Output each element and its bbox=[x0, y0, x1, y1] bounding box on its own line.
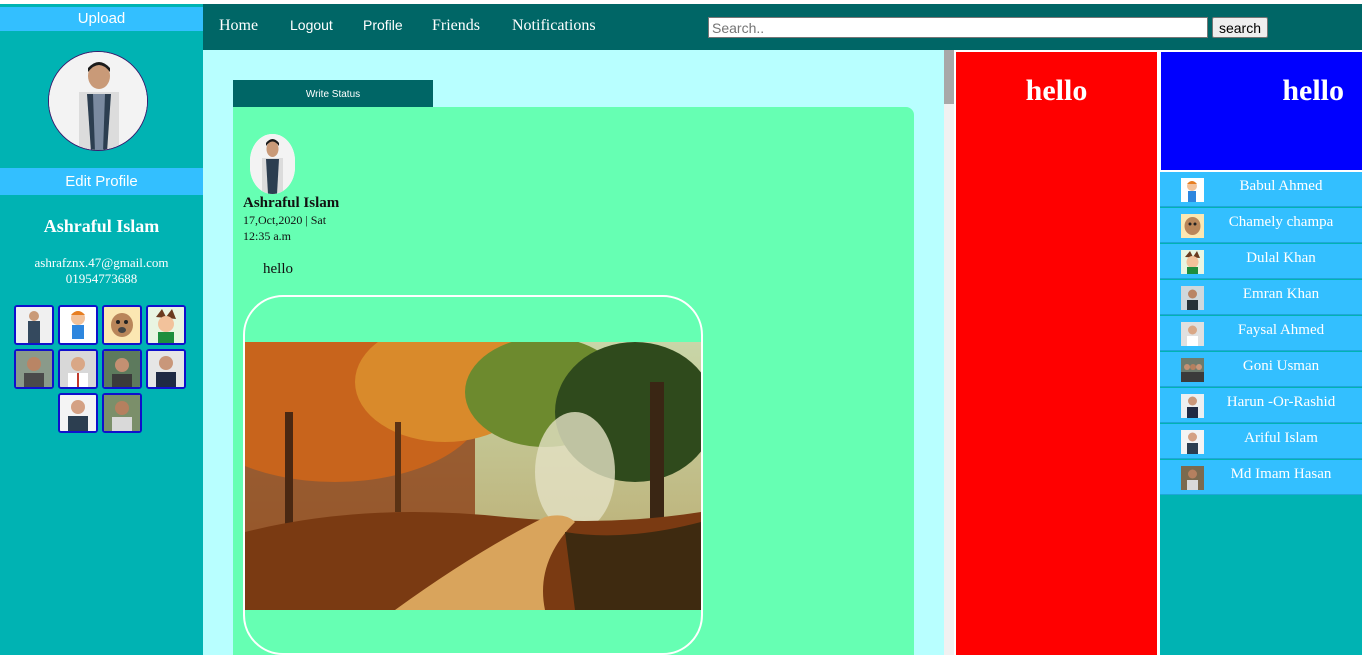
nav-logout[interactable]: Logout bbox=[290, 17, 333, 33]
cartoon-dog-icon bbox=[1181, 214, 1204, 238]
gallery-thumb[interactable] bbox=[102, 305, 142, 345]
friend-name: Harun -Or-Rashid bbox=[1226, 394, 1336, 410]
red-panel: hello bbox=[956, 52, 1157, 655]
feed-scrollbar[interactable] bbox=[944, 50, 954, 655]
blue-panel: hello bbox=[1161, 52, 1362, 170]
gallery-thumb[interactable] bbox=[14, 349, 54, 389]
friend-avatar bbox=[1181, 322, 1204, 346]
post-author-avatar[interactable] bbox=[250, 134, 295, 194]
user-email: ashrafznx.47@gmail.com bbox=[34, 255, 169, 270]
nav-home[interactable]: Home bbox=[219, 17, 258, 35]
friend-item[interactable]: Ariful Islam bbox=[1160, 424, 1362, 459]
post-media-frame bbox=[243, 295, 703, 655]
person-photo-icon bbox=[1181, 394, 1204, 418]
person-photo-icon bbox=[1181, 322, 1204, 346]
edit-profile-button[interactable]: Edit Profile bbox=[0, 168, 203, 195]
friend-avatar bbox=[1181, 178, 1204, 202]
blue-panel-title: hello bbox=[1282, 74, 1344, 107]
friend-avatar bbox=[1181, 358, 1204, 382]
friend-item[interactable]: Goni Usman bbox=[1160, 352, 1362, 387]
post-author-name[interactable]: Ashraful Islam bbox=[243, 195, 339, 212]
search-button[interactable]: search bbox=[1212, 17, 1268, 38]
gallery-thumb[interactable] bbox=[102, 349, 142, 389]
profile-avatar[interactable] bbox=[48, 51, 148, 151]
post-time: 12:35 a.m bbox=[243, 229, 291, 243]
friend-name: Faysal Ahmed bbox=[1237, 322, 1325, 338]
person-photo-icon bbox=[1181, 286, 1204, 310]
gallery-thumb[interactable] bbox=[58, 393, 98, 433]
person-photo-icon bbox=[1181, 466, 1204, 490]
friend-item[interactable]: Faysal Ahmed bbox=[1160, 316, 1362, 351]
post-date: 17,Oct,2020 | Sat bbox=[243, 213, 327, 227]
friend-item[interactable]: Babul Ahmed bbox=[1160, 172, 1362, 207]
friend-name: Chamely champa bbox=[1228, 214, 1334, 230]
person-photo-icon bbox=[1181, 430, 1204, 454]
friend-item[interactable]: Emran Khan bbox=[1160, 280, 1362, 315]
cartoon-boy-icon bbox=[1181, 178, 1204, 202]
upload-button[interactable]: Upload bbox=[0, 7, 203, 31]
friend-avatar bbox=[1181, 214, 1204, 238]
nav-notifications[interactable]: Notifications bbox=[512, 17, 596, 35]
user-phone: 01954773688 bbox=[65, 271, 138, 286]
person-photo-icon bbox=[104, 395, 140, 431]
gallery-thumb[interactable] bbox=[14, 305, 54, 345]
red-panel-title: hello bbox=[1025, 74, 1088, 107]
friend-avatar bbox=[1181, 430, 1204, 454]
friend-name: Dulal Khan bbox=[1246, 250, 1316, 266]
friend-avatar bbox=[1181, 286, 1204, 310]
gallery-thumb[interactable] bbox=[58, 349, 98, 389]
user-name: Ashraful Islam bbox=[43, 216, 160, 236]
friend-item[interactable]: Dulal Khan bbox=[1160, 244, 1362, 279]
cartoon-boy-icon bbox=[60, 307, 96, 343]
gallery-thumb[interactable] bbox=[102, 393, 142, 433]
person-photo-icon bbox=[60, 395, 96, 431]
friend-item[interactable]: Chamely champa bbox=[1160, 208, 1362, 243]
friend-name: Md Imam Hasan bbox=[1230, 466, 1332, 482]
person-photo-icon bbox=[49, 52, 147, 150]
post-photo[interactable] bbox=[245, 342, 701, 610]
cartoon-hero-icon bbox=[1181, 250, 1204, 274]
autumn-forest-photo-icon bbox=[245, 342, 701, 610]
post-text: hello bbox=[263, 261, 293, 277]
person-photo-icon bbox=[104, 351, 140, 387]
person-photo-icon bbox=[16, 307, 52, 343]
friend-name: Goni Usman bbox=[1242, 358, 1320, 374]
friend-item[interactable]: Harun -Or-Rashid bbox=[1160, 388, 1362, 423]
person-photo-icon bbox=[60, 351, 96, 387]
nav-profile[interactable]: Profile bbox=[363, 17, 403, 33]
friend-avatar bbox=[1181, 466, 1204, 490]
search-input[interactable] bbox=[708, 17, 1208, 38]
person-photo-icon bbox=[148, 351, 184, 387]
friend-avatar bbox=[1181, 250, 1204, 274]
left-sidebar: Upload Edit Profile Ashraful Islam ashra… bbox=[0, 4, 203, 655]
friend-avatar bbox=[1181, 394, 1204, 418]
friend-item[interactable]: Md Imam Hasan bbox=[1160, 460, 1362, 495]
gallery-thumb[interactable] bbox=[146, 305, 186, 345]
person-photo-icon bbox=[250, 134, 295, 194]
group-photo-icon bbox=[1181, 358, 1204, 382]
scrollbar-thumb[interactable] bbox=[944, 50, 954, 104]
person-photo-icon bbox=[16, 351, 52, 387]
friend-name: Ariful Islam bbox=[1244, 430, 1318, 446]
nav-friends[interactable]: Friends bbox=[432, 17, 480, 35]
friend-name: Emran Khan bbox=[1242, 286, 1320, 302]
gallery-thumb[interactable] bbox=[146, 349, 186, 389]
friends-list: Babul Ahmed Chamely champa Dulal Khan Em… bbox=[1160, 172, 1362, 655]
friend-name: Babul Ahmed bbox=[1239, 178, 1323, 194]
gallery-thumb[interactable] bbox=[58, 305, 98, 345]
cartoon-hero-icon bbox=[148, 307, 184, 343]
top-navbar: Home Logout Profile Friends Notification… bbox=[203, 4, 1362, 50]
write-status-tab[interactable]: Write Status bbox=[233, 80, 433, 107]
cartoon-dog-icon bbox=[104, 307, 140, 343]
